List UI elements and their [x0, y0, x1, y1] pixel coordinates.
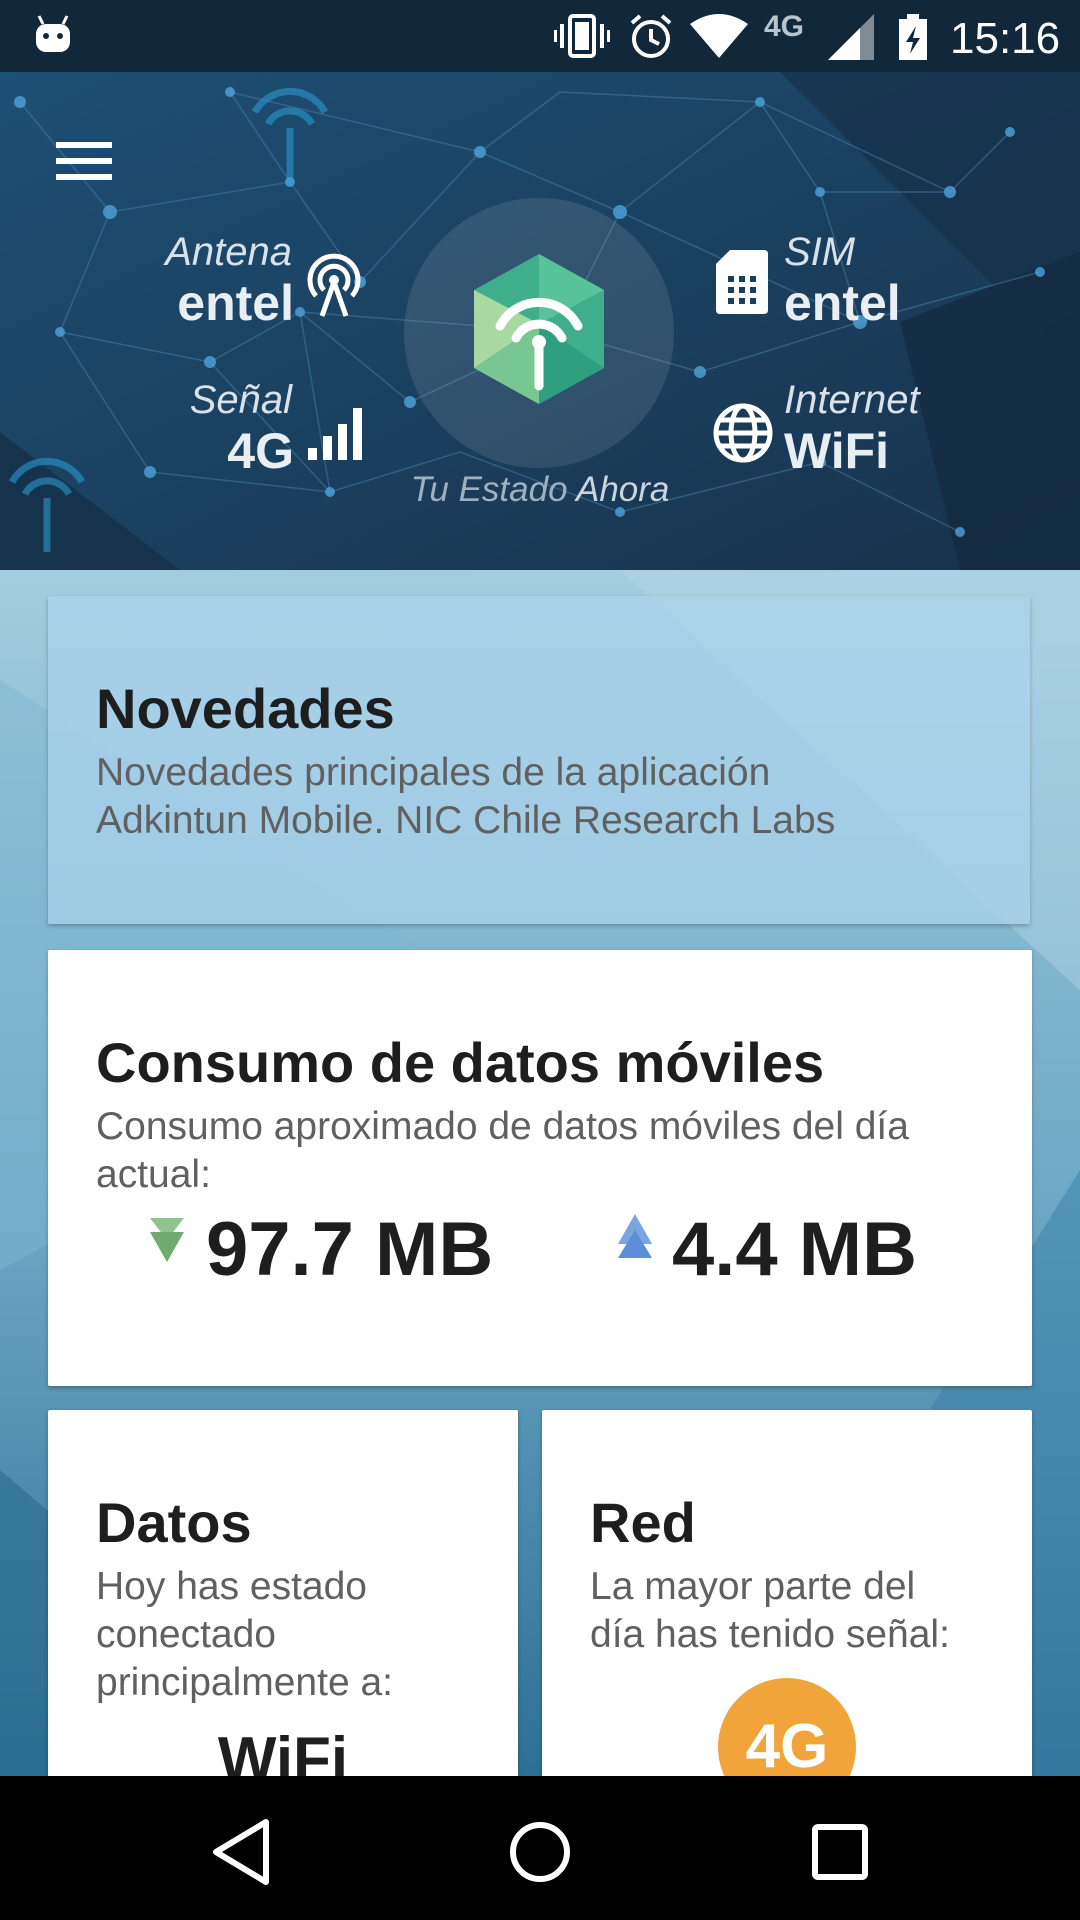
- internet-value: WiFi: [784, 423, 890, 479]
- content-area[interactable]: Novedades Novedades principales de la ap…: [0, 570, 1080, 1776]
- datos-line3: principalmente a:: [96, 1661, 393, 1704]
- datos-line1: Hoy has estado: [96, 1565, 368, 1608]
- datos-card[interactable]: Datos Hoy has estado conectado principal…: [48, 1410, 518, 1776]
- wifi-icon: [690, 14, 748, 58]
- sim-value: entel: [784, 275, 901, 331]
- vibrate-icon: [554, 14, 610, 58]
- network-type-badge: 4G: [718, 1678, 856, 1776]
- consumo-title: Consumo de datos móviles: [96, 1031, 825, 1094]
- sim-label: SIM: [784, 230, 856, 274]
- globe-icon: [713, 403, 773, 463]
- antenna-icon: [307, 253, 361, 317]
- consumo-line2: actual:: [96, 1153, 211, 1196]
- status-header: Antena entel Señal 4G Tu Estado Ahora SI…: [0, 72, 1080, 570]
- consumo-line1: Consumo aproximado de datos móviles del …: [96, 1105, 909, 1148]
- battery-charging-icon: [899, 14, 927, 60]
- datos-line2: conectado: [96, 1613, 276, 1656]
- sim-card-icon: [716, 250, 768, 314]
- app-logo-icon: [474, 254, 604, 404]
- novedades-card[interactable]: Novedades Novedades principales de la ap…: [48, 596, 1030, 924]
- download-value: 97.7 MB: [206, 1207, 494, 1292]
- red-line1: La mayor parte del: [590, 1565, 916, 1608]
- red-card[interactable]: Red La mayor parte del día has tenido se…: [542, 1410, 1032, 1776]
- novedades-line1: Novedades principales de la aplicación: [96, 751, 771, 794]
- internet-label: Internet: [784, 378, 920, 422]
- menu-icon[interactable]: [46, 128, 116, 188]
- upload-arrow-icon: [618, 1214, 652, 1258]
- caption-emphasis: Ahora: [575, 470, 670, 509]
- android-icon: [36, 15, 70, 52]
- signal-bars-icon: [308, 408, 362, 460]
- senal-label: Señal: [189, 378, 292, 422]
- datos-value: WiFi: [217, 1725, 349, 1776]
- home-icon[interactable]: [500, 1812, 580, 1892]
- status-caption: Tu Estado Ahora: [0, 470, 1080, 510]
- caption-prefix: Tu Estado: [410, 470, 568, 509]
- network-type-label: 4G: [764, 10, 805, 43]
- navigation-bar: [0, 1776, 1080, 1920]
- antena-value: entel: [177, 275, 294, 331]
- antena-label: Antena: [165, 230, 292, 274]
- red-line2: día has tenido señal:: [590, 1613, 950, 1656]
- signal-icon: [828, 14, 874, 60]
- download-arrow-icon: [150, 1218, 184, 1262]
- consumo-card[interactable]: Consumo de datos móviles Consumo aproxim…: [48, 950, 1032, 1386]
- alarm-icon: [630, 14, 672, 58]
- back-icon[interactable]: [204, 1812, 284, 1892]
- novedades-title: Novedades: [96, 677, 395, 740]
- status-bar: 4G 15:16: [0, 0, 1080, 72]
- upload-value: 4.4 MB: [672, 1207, 917, 1292]
- novedades-line2: Adkintun Mobile. NIC Chile Research Labs: [96, 799, 836, 842]
- recents-icon[interactable]: [800, 1812, 880, 1892]
- red-title: Red: [590, 1491, 696, 1554]
- clock: 15:16: [950, 14, 1061, 63]
- datos-title: Datos: [96, 1491, 252, 1554]
